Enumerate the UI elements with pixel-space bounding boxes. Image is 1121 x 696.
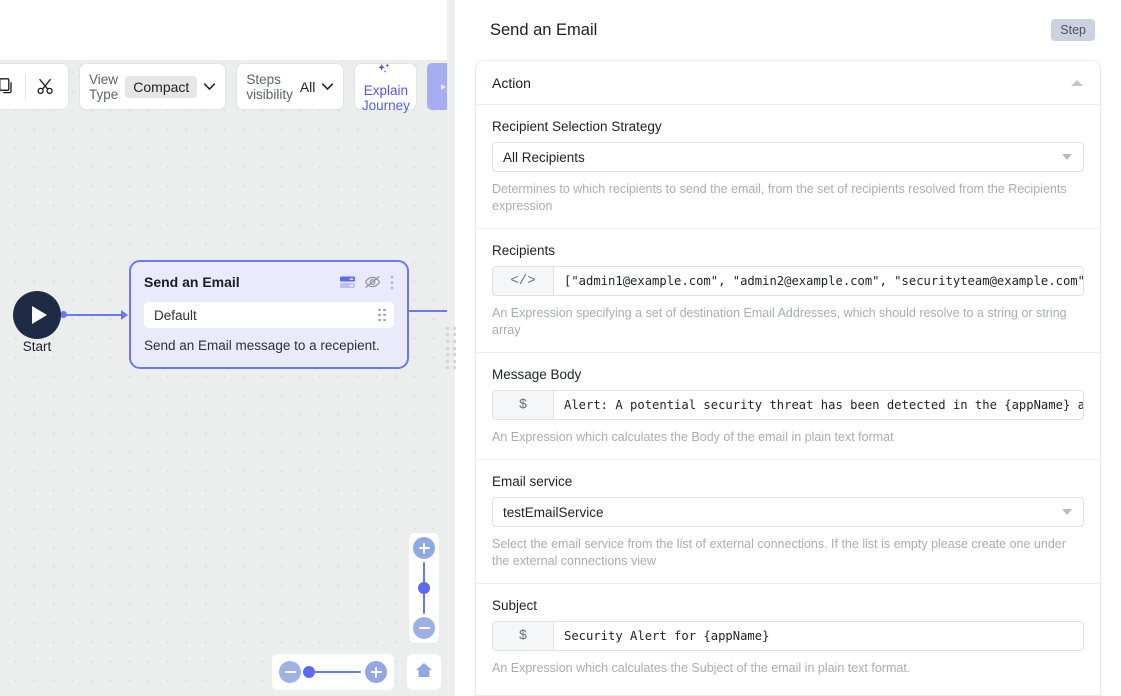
edge-arrow-icon: [121, 310, 128, 320]
field-value: testEmailService: [503, 505, 604, 520]
scissors-icon[interactable]: [31, 73, 59, 101]
steps-visibility-label: Steps visibility: [246, 72, 293, 102]
node-header: Send an Email: [144, 272, 394, 292]
panel-header: Send an Email Step: [455, 0, 1121, 60]
field-value[interactable]: Security Alert for {appName}: [554, 622, 1083, 650]
send-email-node[interactable]: Send an Email: [129, 260, 409, 369]
edge-start-to-node: [63, 314, 121, 316]
field-help-text: Select the email service from the list o…: [492, 536, 1084, 583]
start-node[interactable]: [13, 291, 61, 339]
canvas-toolbar: View Type Compact Steps visibility All: [0, 63, 455, 110]
field-help-text: An Expression which calculates the Subje…: [492, 660, 1084, 690]
subject-expression-input[interactable]: $ Security Alert for {appName}: [492, 621, 1084, 651]
horizontal-zoom-thumb[interactable]: [303, 666, 315, 678]
field-help-text: An Expression specifying a set of destin…: [492, 305, 1084, 352]
field-label: Message Body: [492, 367, 1084, 382]
explain-journey-label-2: Journey: [362, 98, 410, 113]
steps-visibility-dropdown[interactable]: Steps visibility All: [236, 63, 344, 110]
minus-icon: [413, 617, 435, 639]
node-branch-value: Default: [154, 308, 197, 323]
play-icon: [441, 84, 446, 90]
email-service-select[interactable]: testEmailService: [492, 497, 1084, 527]
action-section-title: Action: [492, 75, 531, 91]
dollar-icon[interactable]: $: [493, 391, 554, 419]
node-icon-group: [340, 275, 394, 290]
field-label: Recipient Selection Strategy: [492, 119, 1084, 134]
plus-icon: [365, 661, 387, 683]
zoom-in-button[interactable]: [413, 537, 435, 559]
explain-journey-label-1: Explain: [364, 83, 408, 98]
field-recipient-selection-strategy: Recipient Selection Strategy All Recipie…: [476, 105, 1100, 229]
action-section-card: Action Recipient Selection Strategy All …: [475, 60, 1101, 696]
drag-handle-vertical-icon: [446, 327, 456, 370]
node-title: Send an Email: [144, 274, 240, 290]
recipients-expression-input[interactable]: </> ["admin1@example.com", "admin2@examp…: [492, 266, 1084, 296]
chevron-down-icon: [1062, 509, 1072, 515]
vertical-zoom-control[interactable]: [409, 533, 439, 643]
field-label: Email service: [492, 474, 1084, 489]
vertical-zoom-thumb[interactable]: [418, 582, 430, 594]
start-node-label: Start: [13, 339, 61, 354]
zoom-in-button-bottom[interactable]: [365, 661, 387, 683]
message-body-expression-input[interactable]: $ Alert: A potential security threat has…: [492, 390, 1084, 420]
page-title: Send an Email: [490, 21, 597, 40]
field-value[interactable]: Alert: A potential security threat has b…: [554, 391, 1083, 419]
step-details-panel: Send an Email Step Action Recipient Sele…: [455, 0, 1121, 696]
clipboard-tools-group: [0, 63, 69, 110]
code-icon[interactable]: </>: [493, 267, 554, 295]
drag-handle-icon[interactable]: [378, 309, 386, 322]
form-list-icon[interactable]: [340, 276, 355, 289]
chevron-down-icon: [203, 82, 216, 91]
journey-editor-app: View Type Compact Steps visibility All: [0, 0, 1121, 696]
node-branch-field[interactable]: Default: [144, 302, 394, 328]
view-type-value: Compact: [125, 76, 197, 98]
field-value[interactable]: ["admin1@example.com", "admin2@example.c…: [554, 267, 1083, 295]
minus-icon: [279, 661, 301, 683]
field-label: Recipients: [492, 243, 1084, 258]
action-section-header[interactable]: Action: [476, 61, 1100, 105]
recipient-strategy-select[interactable]: All Recipients: [492, 142, 1084, 172]
field-help-text: Determines to which recipients to send t…: [492, 181, 1084, 228]
edge-source-dot: [60, 311, 67, 318]
status-badge: Step: [1051, 19, 1095, 41]
field-email-service: Email service testEmailService Select th…: [476, 460, 1100, 584]
field-value: All Recipients: [503, 150, 585, 165]
chevron-down-icon: [321, 82, 334, 91]
view-type-dropdown[interactable]: View Type Compact: [79, 63, 226, 110]
dollar-icon[interactable]: $: [493, 622, 554, 650]
sparkles-icon: [377, 63, 394, 82]
play-icon: [32, 306, 47, 324]
fit-view-home-button[interactable]: [407, 654, 441, 690]
toolbar-divider: [25, 74, 26, 100]
panel-splitter[interactable]: [447, 0, 455, 696]
flow-canvas[interactable]: View Type Compact Steps visibility All: [0, 0, 455, 696]
copy-icon[interactable]: [0, 73, 20, 101]
explain-journey-button[interactable]: Explain Journey: [354, 63, 417, 110]
horizontal-zoom-slider[interactable]: [305, 671, 361, 673]
field-message-body: Message Body $ Alert: A potential securi…: [476, 353, 1100, 460]
home-icon: [415, 662, 433, 683]
chevron-up-icon[interactable]: [1071, 80, 1083, 86]
zoom-out-button[interactable]: [413, 617, 435, 639]
vertical-zoom-slider[interactable]: [423, 562, 425, 614]
zoom-out-button-bottom[interactable]: [279, 661, 301, 683]
eye-off-icon[interactable]: [364, 275, 381, 289]
field-help-text: An Expression which calculates the Body …: [492, 429, 1084, 459]
canvas-toolbar-background: [0, 0, 455, 60]
field-label: Subject: [492, 598, 1084, 613]
plus-icon: [413, 537, 435, 559]
chevron-down-icon: [1062, 154, 1072, 160]
horizontal-zoom-control[interactable]: [272, 654, 394, 690]
field-recipients: Recipients </> ["admin1@example.com", "a…: [476, 229, 1100, 353]
steps-visibility-value: All: [300, 79, 316, 95]
node-description: Send an Email message to a recepient.: [144, 338, 394, 353]
view-type-label: View Type: [89, 72, 118, 102]
more-vertical-icon[interactable]: [390, 275, 394, 290]
field-subject: Subject $ Security Alert for {appName} A…: [476, 584, 1100, 690]
